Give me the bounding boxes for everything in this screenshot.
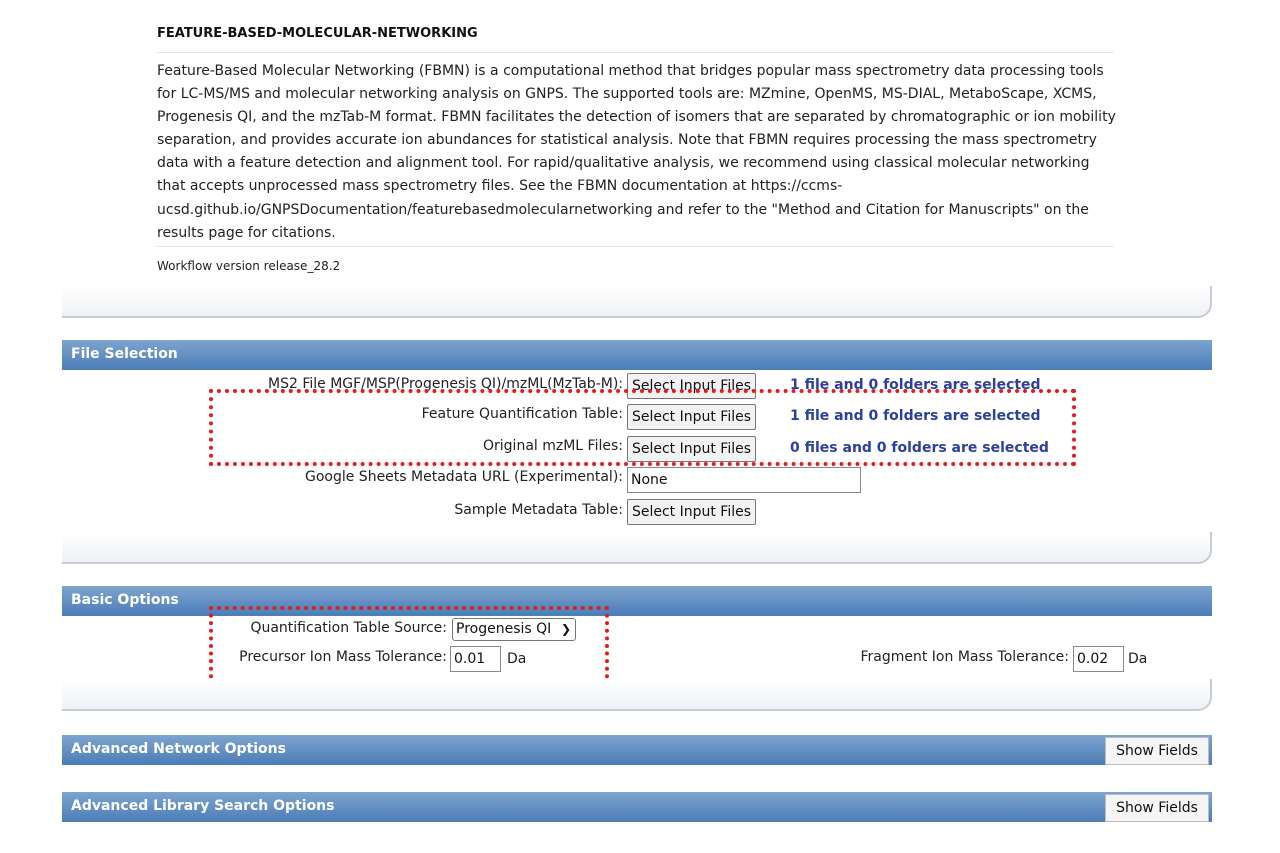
fragment-tolerance-input[interactable] — [1073, 646, 1124, 672]
divider — [157, 52, 1114, 53]
divider — [157, 246, 1114, 247]
fragment-tolerance-label: Fragment Ion Mass Tolerance: — [860, 649, 1069, 665]
description-panel-bottom — [62, 286, 1212, 318]
sample-metadata-label: Sample Metadata Table: — [454, 502, 623, 518]
workflow-version: Workflow version release_28.2 — [157, 259, 341, 273]
advanced-library-header: Advanced Library Search Options — [62, 792, 1212, 822]
workflow-description: Feature-Based Molecular Networking (FBMN… — [157, 63, 1116, 241]
highlight-box-options — [209, 606, 609, 686]
sample-metadata-select-files-button[interactable]: Select Input Files — [627, 499, 756, 525]
advanced-library-show-fields-button[interactable]: Show Fields — [1105, 794, 1209, 822]
fragment-unit: Da — [1128, 651, 1148, 667]
workflow-title: FEATURE-BASED-MOLECULAR-NETWORKING — [157, 26, 478, 41]
advanced-network-header: Advanced Network Options — [62, 735, 1212, 765]
file-selection-header: File Selection — [62, 340, 1212, 370]
google-sheets-url-input[interactable] — [627, 467, 861, 493]
google-sheets-label: Google Sheets Metadata URL (Experimental… — [304, 469, 623, 485]
basic-options-panel-bottom — [62, 679, 1212, 711]
file-selection-panel-bottom — [62, 532, 1212, 564]
advanced-network-show-fields-button[interactable]: Show Fields — [1105, 737, 1209, 765]
highlight-box-files — [209, 389, 1076, 466]
